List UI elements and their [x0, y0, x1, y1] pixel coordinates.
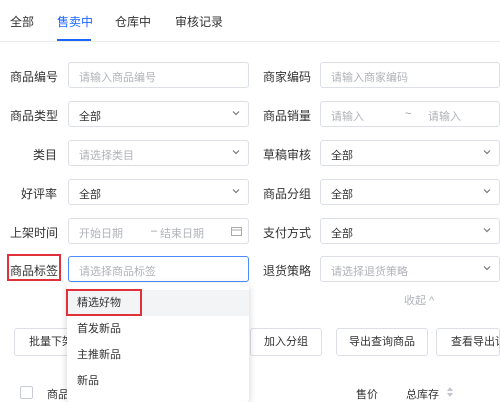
column-product: 商品 [47, 389, 69, 401]
rating-label: 好评率 [21, 187, 58, 201]
tab-review-records[interactable]: 审核记录 [175, 13, 223, 30]
product-code-input[interactable]: 请输入商品编号 [68, 62, 249, 88]
product-code-label: 商品编号 [10, 70, 59, 84]
merchant-code-label: 商家编码 [263, 70, 312, 84]
sales-label: 商品销量 [263, 109, 312, 123]
tab-on-sale[interactable]: 售卖中 [57, 13, 93, 30]
view-export-records-button[interactable]: 查看导出记录 [436, 328, 500, 356]
payment-label: 支付方式 [263, 226, 312, 240]
calendar-icon [231, 227, 242, 236]
chevron-down-icon [483, 150, 491, 155]
start-date-input[interactable]: 开始日期 [79, 225, 123, 241]
tag-select-input[interactable]: 请选择商品标签 [68, 256, 249, 282]
end-date-input[interactable]: 结束日期 [160, 225, 204, 241]
batch-action-button[interactable]: 批量下架 [14, 328, 74, 356]
add-group-button[interactable]: 加入分组 [250, 328, 322, 356]
tag-label: 商品标签 [10, 264, 59, 278]
option-highlight [66, 289, 142, 316]
chevron-down-icon [483, 228, 491, 233]
return-policy-label: 退货策略 [263, 264, 312, 278]
chevron-down-icon [483, 189, 491, 194]
category-label: 类目 [33, 148, 58, 162]
sales-min-input[interactable]: 请输入 [331, 108, 364, 124]
chevron-down-icon [483, 266, 491, 271]
group-select[interactable]: 全部 [320, 179, 500, 205]
tab-bar: 全部 售卖中 仓库中 审核记录 [0, 0, 500, 42]
listing-time-label: 上架时间 [10, 226, 59, 240]
product-type-select[interactable]: 全部 [68, 101, 249, 127]
merchant-code-input[interactable]: 请输入商家编码 [320, 62, 500, 88]
draft-review-select[interactable]: 全部 [320, 140, 500, 166]
tag-option-promoted[interactable]: 主推新品 [67, 342, 249, 368]
active-tab-indicator [57, 39, 91, 41]
tab-all[interactable]: 全部 [10, 13, 34, 30]
payment-select[interactable]: 全部 [320, 218, 500, 244]
chevron-down-icon [232, 111, 240, 116]
return-policy-select[interactable]: 请选择退货策略 [320, 256, 500, 282]
range-separator: ~ [405, 108, 412, 120]
group-label: 商品分组 [263, 187, 312, 201]
tag-option-new[interactable]: 新品 [67, 368, 249, 394]
chevron-down-icon [232, 189, 240, 194]
column-stock[interactable]: 总库存 [406, 386, 439, 402]
chevron-down-icon [232, 150, 240, 155]
select-all-checkbox[interactable] [20, 386, 33, 399]
export-query-button[interactable]: 导出查询商品 [336, 328, 428, 356]
collapse-toggle[interactable]: 收起 ^ [404, 292, 434, 308]
product-type-label: 商品类型 [10, 109, 59, 123]
sales-range-input[interactable]: 请输入 ~ 请输入 [320, 101, 500, 127]
sales-max-input[interactable]: 请输入 [428, 108, 461, 124]
tab-warehouse[interactable]: 仓库中 [115, 13, 151, 30]
category-select[interactable]: 请选择类目 [68, 140, 249, 166]
rating-select[interactable]: 全部 [68, 179, 249, 205]
sort-icon[interactable] [446, 386, 454, 398]
date-range-separator: – [151, 225, 158, 237]
listing-date-range[interactable]: 开始日期 – 结束日期 [68, 218, 249, 244]
column-price: 售价 [356, 389, 378, 401]
draft-review-label: 草稿审核 [263, 148, 312, 162]
tag-option-first-launch[interactable]: 首发新品 [67, 316, 249, 342]
